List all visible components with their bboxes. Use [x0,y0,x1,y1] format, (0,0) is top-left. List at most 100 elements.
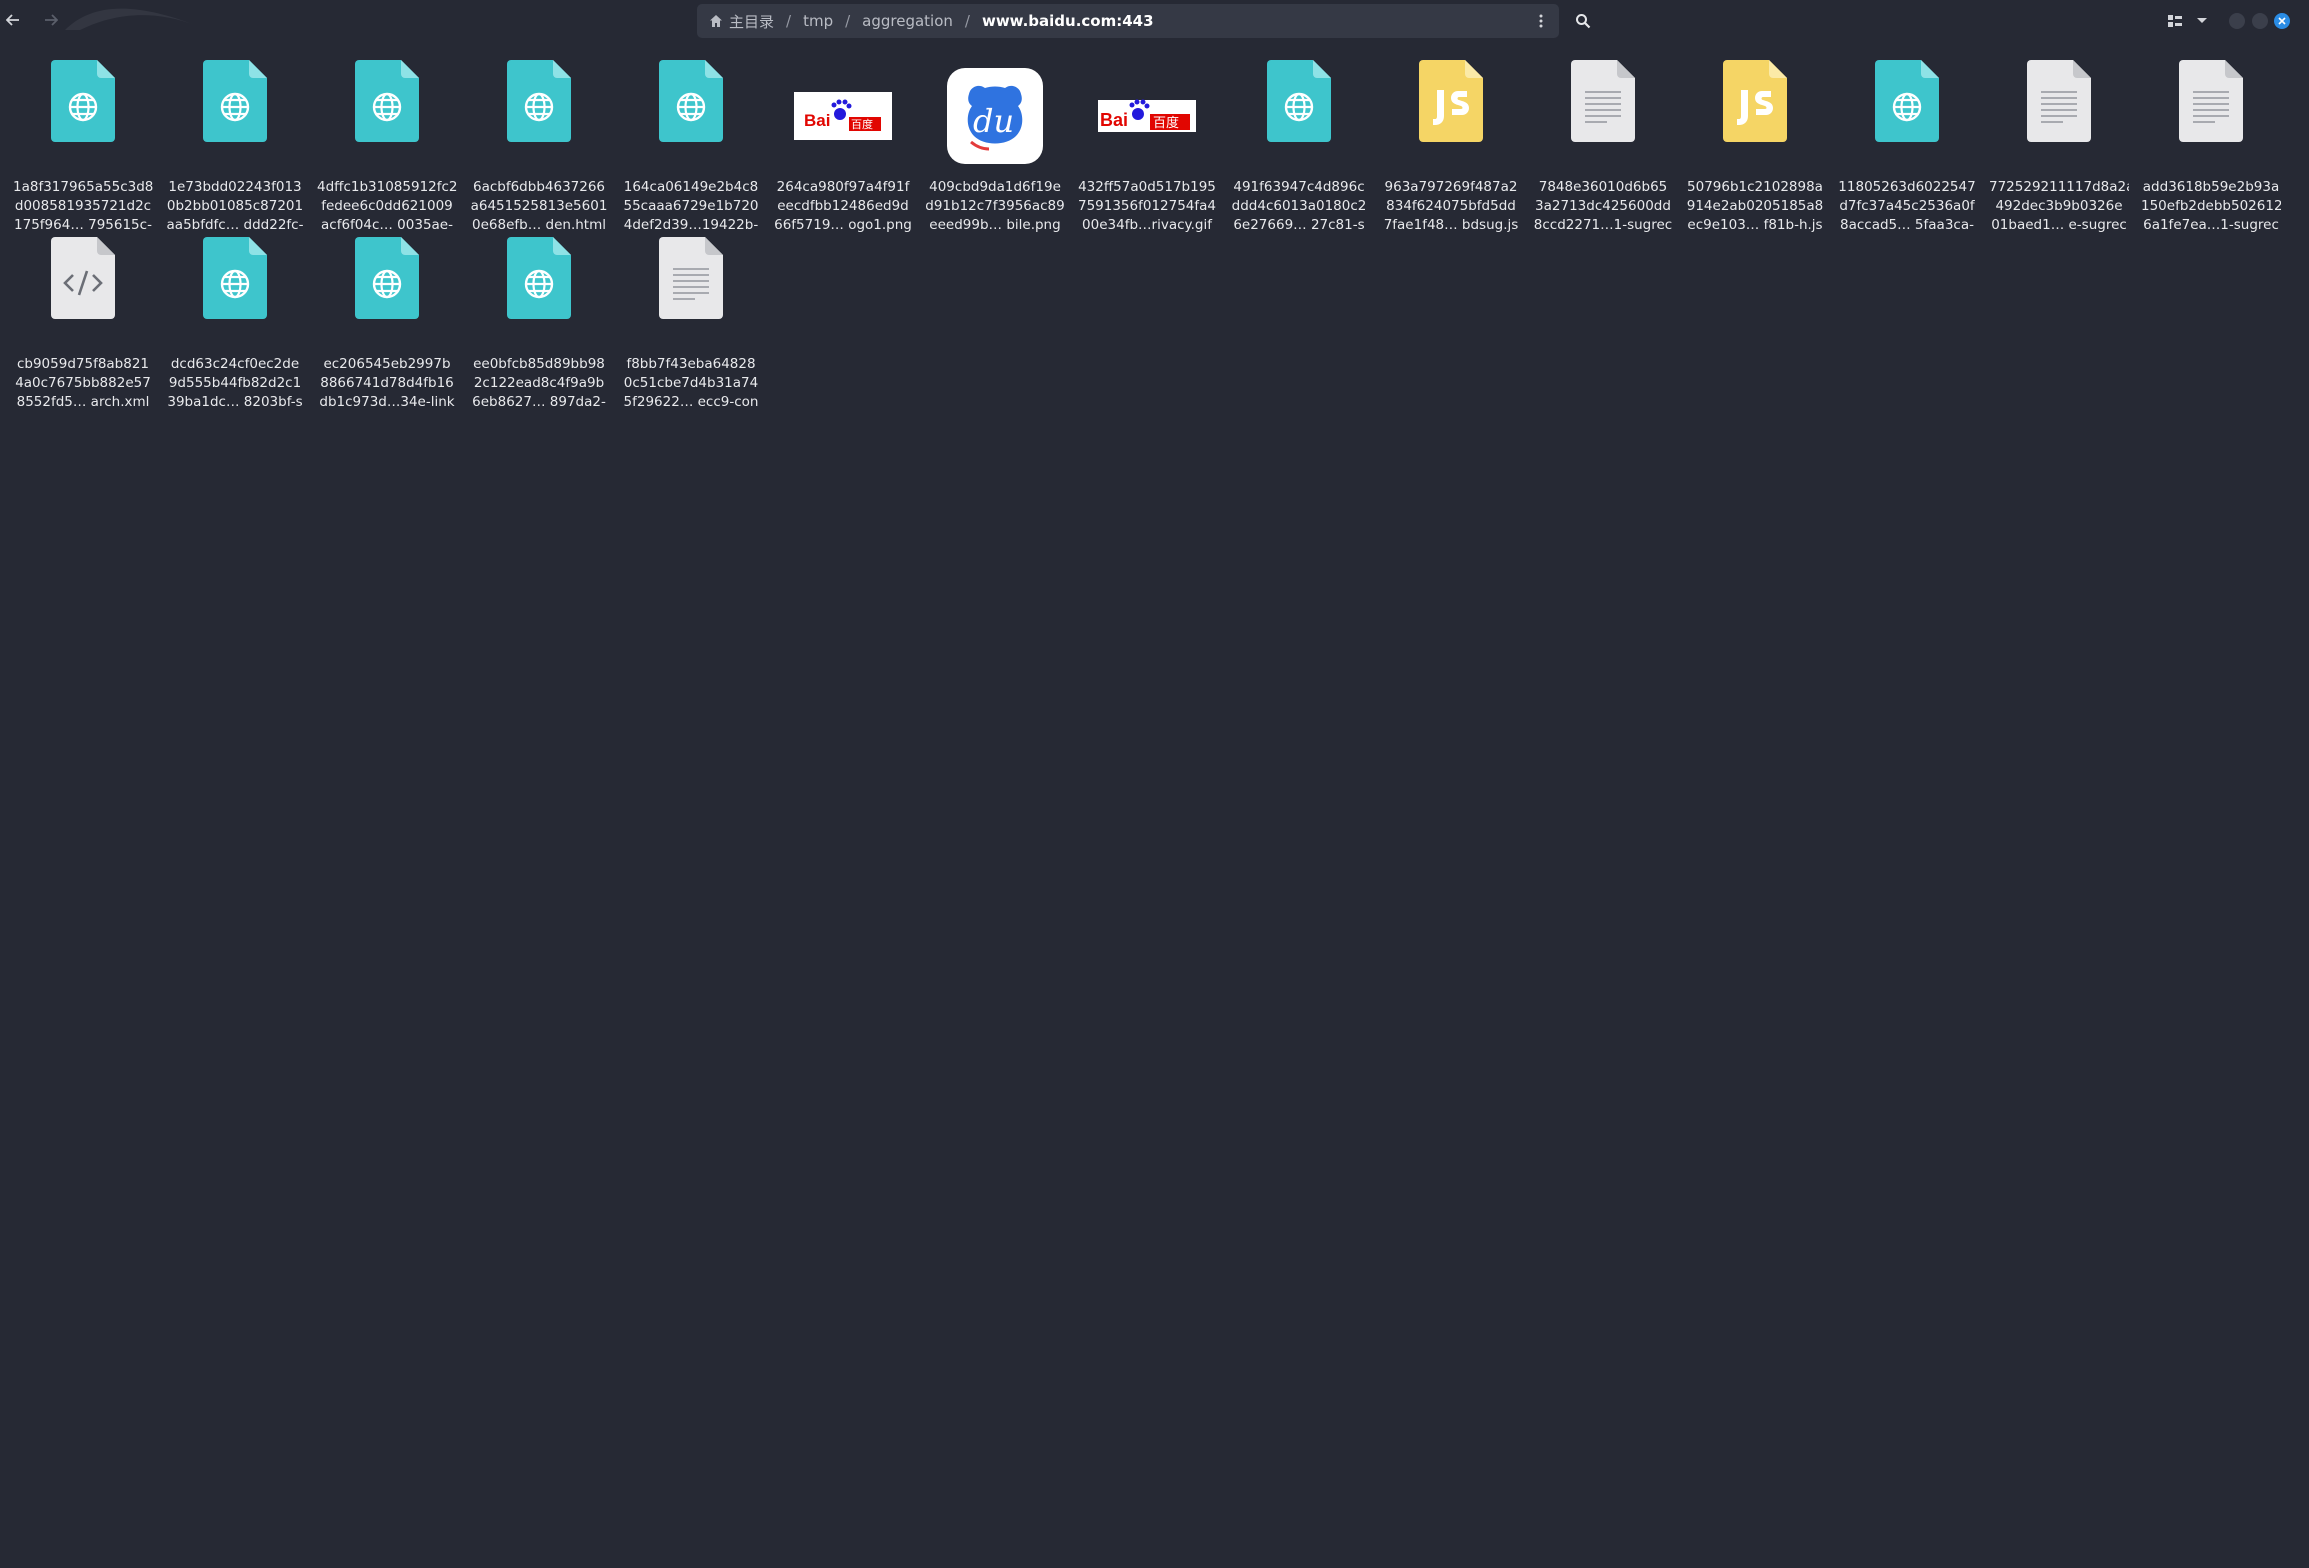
file-name-line: 8866741d78d4fb16 [320,375,454,391]
file-name-line: 50796b1c2102898a [1687,179,1823,195]
file-icon-container: Bai du 百度 [1071,60,1223,172]
web-file-icon [1875,60,1939,142]
breadcrumb: 主目录 / tmp / aggregation / www.baidu.com:… [697,4,1559,38]
file-name-line: cb9059d75f8ab821 [16,356,150,372]
file-name-line: 6a1fe7ea…1-sugrec [2143,217,2279,233]
file-name-line: d91b12c7f3956ac89 [925,198,1065,214]
file-name-line: 5f29622… ecc9-con [623,394,759,410]
file-name-line: 4dffc1b31085912fc2 [317,179,457,195]
search-button[interactable] [1570,8,1596,34]
home-icon [710,15,722,27]
chevron-down-icon [2197,18,2207,23]
file-item[interactable]: ee0bfcb85d89bb98 2c122ead8c4f9a9b 6eb8627…… [463,237,615,414]
file-name-line: 0b2bb01085c87201 [166,198,304,214]
file-item[interactable]: ec206545eb2997b 8866741d78d4fb16 db1c973d…… [311,237,463,414]
file-name: 164ca06149e2b4c8 55caaa6729e1b720 4def2d39… [621,178,761,235]
breadcrumb-home[interactable]: 主目录 [697,11,786,32]
file-item[interactable]: 963a797269f487a2 834f624075bfd5dd 7fae1f48… [1375,60,1527,237]
file-item[interactable]: 4dffc1b31085912fc2 fedee6c0dd621009 acf6f0… [311,60,463,237]
file-name-line: 66f5719… ogo1.png [774,217,912,233]
file-item[interactable]: Bai du 百度 264ca980f97a4f91f eecdfbb12486e… [767,60,919,237]
file-name-line: 1e73bdd02243f013 [168,179,302,195]
file-name: 432ff57a0d517b195 7591356f012754fa4 00e34f… [1077,178,1217,235]
file-name-line: 7fae1f48… bdsug.js [1383,217,1519,233]
file-item[interactable]: add3618b59e2b93a 150efb2debb502612 6a1fe7e… [2135,60,2287,237]
file-name-line: db1c973d…34e-link [319,394,455,410]
file-item[interactable]: cb9059d75f8ab821 4a0c7675bb882e57 8552fd5…… [7,237,159,414]
file-item[interactable]: 6acbf6dbb4637266 a6451525813e5601 0e68efb…… [463,60,615,237]
file-name-line: ec9e103… f81b-h.js [1687,217,1823,233]
file-name-line: 150efb2debb502612 [2141,198,2281,214]
file-icon-container [615,237,767,349]
file-name-line: 432ff57a0d517b195 [1078,179,1216,195]
web-file-icon [355,237,419,319]
file-icon-container [311,237,463,349]
file-item[interactable]: Bai du 百度 432ff57a0d517b195 7591356f01275… [1071,60,1223,237]
file-item[interactable]: 772529211117d8a2a 492dec3b9b0326e 01baed1…… [1983,60,2135,237]
file-item[interactable]: 50796b1c2102898a 914e2ab0205185a8 ec9e103…… [1679,60,1831,237]
grid-view-icon [2168,15,2182,27]
breadcrumb-label: aggregation [862,12,953,30]
file-name-line: 4a0c7675bb882e57 [15,375,151,391]
file-name-line: d008581935721d2c [14,198,152,214]
file-icon-container [463,60,615,172]
file-name: 4dffc1b31085912fc2 fedee6c0dd621009 acf6f0… [317,178,457,235]
file-icon-container [7,237,159,349]
file-item[interactable]: f8bb7f43eba64828 0c51cbe7d4b31a74 5f29622…… [615,237,767,414]
file-name: 6acbf6dbb4637266 a6451525813e5601 0e68efb…… [469,178,609,235]
file-name-line: 7591356f012754fa4 [1077,198,1217,214]
breadcrumb-label: 主目录 [729,12,775,31]
web-file-icon [1267,60,1331,142]
view-mode-button[interactable] [2163,8,2187,34]
file-name-line: 914e2ab0205185a8 [1686,198,1824,214]
file-item[interactable]: 1a8f317965a55c3d8 d008581935721d2c 175f964… [7,60,159,237]
file-name: ec206545eb2997b 8866741d78d4fb16 db1c973d…… [317,355,457,412]
path-menu-button[interactable] [1529,9,1553,33]
file-item[interactable]: dcd63c24cf0ec2de 9d555b44fb82d2c1 39ba1dc…… [159,237,311,414]
file-name: dcd63c24cf0ec2de 9d555b44fb82d2c1 39ba1dc…… [165,355,305,412]
file-name-line: 4def2d39…19422b- [623,217,759,233]
file-name-line: f8bb7f43eba64828 [626,356,756,372]
file-item[interactable]: 7848e36010d6b65 3a2713dc425600dd 8ccd2271…… [1527,60,1679,237]
file-item[interactable]: du 409cbd9da1d6f19e d91b12c7f3956ac89 eeed… [919,60,1071,237]
file-name-line: fedee6c0dd621009 [321,198,453,214]
breadcrumb-label: tmp [803,12,834,30]
file-name-line: aa5bfdfc… ddd22fc- [166,217,304,233]
javascript-file-icon [1419,60,1483,142]
file-item[interactable]: 11805263d6022547 d7fc37a45c2536a0f 8accad5… [1831,60,1983,237]
breadcrumb-tmp[interactable]: tmp [791,12,845,30]
file-item[interactable]: 1e73bdd02243f013 0b2bb01085c87201 aa5bfdfc… [159,60,311,237]
file-icon-container [1679,60,1831,172]
file-icon-container [159,60,311,172]
file-name-line: 1a8f317965a55c3d8 [13,179,153,195]
forward-button[interactable] [38,7,64,33]
web-file-icon [659,60,723,142]
file-item[interactable]: 491f63947c4d896c ddd4c6013a0180c2 6e27669…… [1223,60,1375,237]
file-name-line: 409cbd9da1d6f19e [929,179,1061,195]
breadcrumb-label: www.baidu.com:443 [981,12,1154,30]
minimize-button[interactable] [2229,13,2245,29]
breadcrumb-current[interactable]: www.baidu.com:443 [970,12,1166,30]
file-name-line: 164ca06149e2b4c8 [623,179,759,195]
code-file-icon [51,237,115,319]
arrow-right-icon [45,14,58,26]
file-name: 491f63947c4d896c ddd4c6013a0180c2 6e27669…… [1229,178,1369,235]
file-name-line: eeed99b… bile.png [929,217,1061,233]
file-name-line: 55caaa6729e1b720 [623,198,759,214]
back-button[interactable] [0,7,26,33]
file-name: add3618b59e2b93a 150efb2debb502612 6a1fe7e… [2141,178,2281,235]
file-name-line: ec206545eb2997b [323,356,451,372]
breadcrumb-aggregation[interactable]: aggregation [850,12,965,30]
svg-text:du: du [1132,120,1143,130]
close-button[interactable] [2274,13,2290,29]
file-name: f8bb7f43eba64828 0c51cbe7d4b31a74 5f29622…… [621,355,761,412]
file-icon-container [463,237,615,349]
maximize-button[interactable] [2252,13,2268,29]
file-icon-container [1983,60,2135,172]
svg-text:Bai: Bai [804,111,830,130]
file-name-line: ddd4c6013a0180c2 [1231,198,1367,214]
view-options-dropdown[interactable] [2190,8,2214,34]
file-name-line: 3a2713dc425600dd [1535,198,1671,214]
svg-text:du: du [973,102,1014,140]
file-item[interactable]: 164ca06149e2b4c8 55caaa6729e1b720 4def2d39… [615,60,767,237]
